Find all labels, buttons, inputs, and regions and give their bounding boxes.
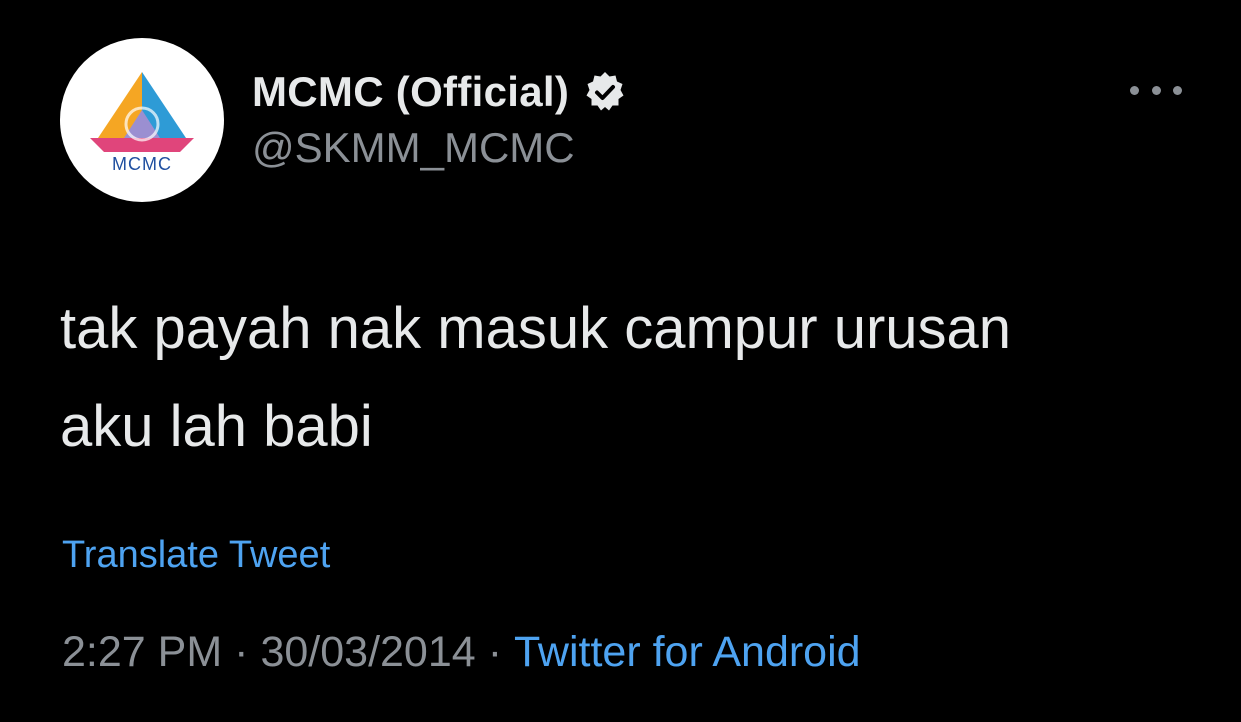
- mcmc-logo-icon: MCMC: [90, 72, 194, 174]
- author-avatar[interactable]: MCMC: [60, 38, 224, 202]
- tweet-text: tak payah nak masuk campur urusan aku la…: [60, 296, 1012, 459]
- more-horizontal-icon: [1130, 85, 1139, 95]
- separator: ·: [234, 628, 249, 676]
- tweet-date[interactable]: 30/03/2014: [260, 628, 475, 677]
- author-name-row: MCMC (Official): [252, 64, 627, 120]
- tweet-metadata: 2:27 PM · 30/03/2014 · Twitter for Andro…: [62, 628, 861, 677]
- svg-text:MCMC: MCMC: [112, 154, 172, 174]
- more-options-button[interactable]: [1130, 78, 1182, 102]
- author-display-name[interactable]: MCMC (Official): [252, 68, 569, 116]
- translate-tweet-link[interactable]: Translate Tweet: [62, 534, 330, 577]
- tweet-source-link[interactable]: Twitter for Android: [514, 628, 861, 677]
- tweet-card: MCMC MCMC (Official) @SKMM_MCMC tak paya…: [0, 0, 1241, 722]
- tweet-time[interactable]: 2:27 PM: [62, 628, 222, 677]
- separator: ·: [487, 628, 503, 676]
- verified-badge-icon: [586, 72, 624, 111]
- author-handle[interactable]: @SKMM_MCMC: [252, 124, 575, 172]
